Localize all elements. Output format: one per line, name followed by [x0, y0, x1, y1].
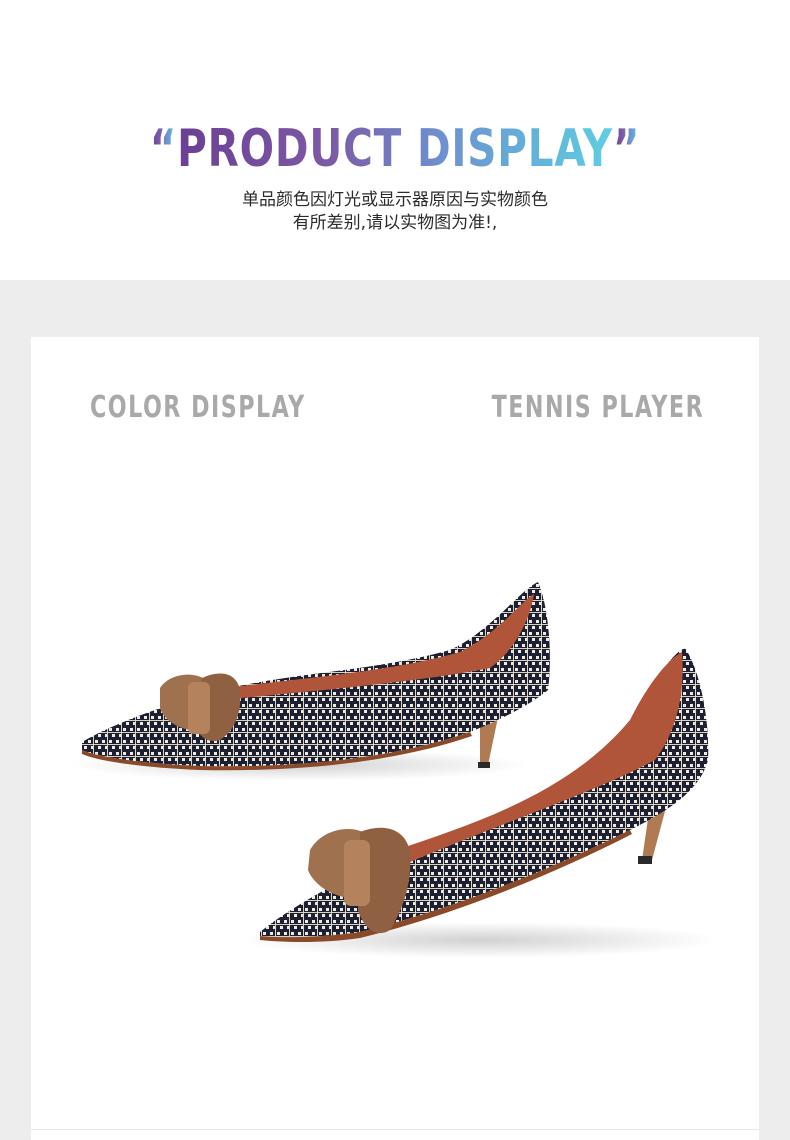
title-open-quote: “	[149, 119, 178, 179]
product-photo	[70, 582, 720, 958]
title-text: PRODUCT DISPLAY	[177, 119, 613, 179]
color-name-label: TENNIS PLAYER	[491, 390, 704, 425]
title-close-quote: ”	[612, 119, 641, 179]
disclaimer-line-2: 有所差别,请以实物图为准!,	[292, 213, 498, 233]
back-shoe	[70, 582, 550, 781]
card-divider	[31, 1129, 759, 1130]
disclaimer-line-1: 单品颜色因灯光或显示器原因与实物颜色	[242, 190, 548, 210]
page-title: “PRODUCT DISPLAY”	[87, 118, 703, 180]
color-display-label: COLOR DISPLAY	[90, 390, 306, 425]
header-section: “PRODUCT DISPLAY” 单品颜色因灯光或显示器原因与实物颜色 有所差…	[0, 0, 790, 280]
